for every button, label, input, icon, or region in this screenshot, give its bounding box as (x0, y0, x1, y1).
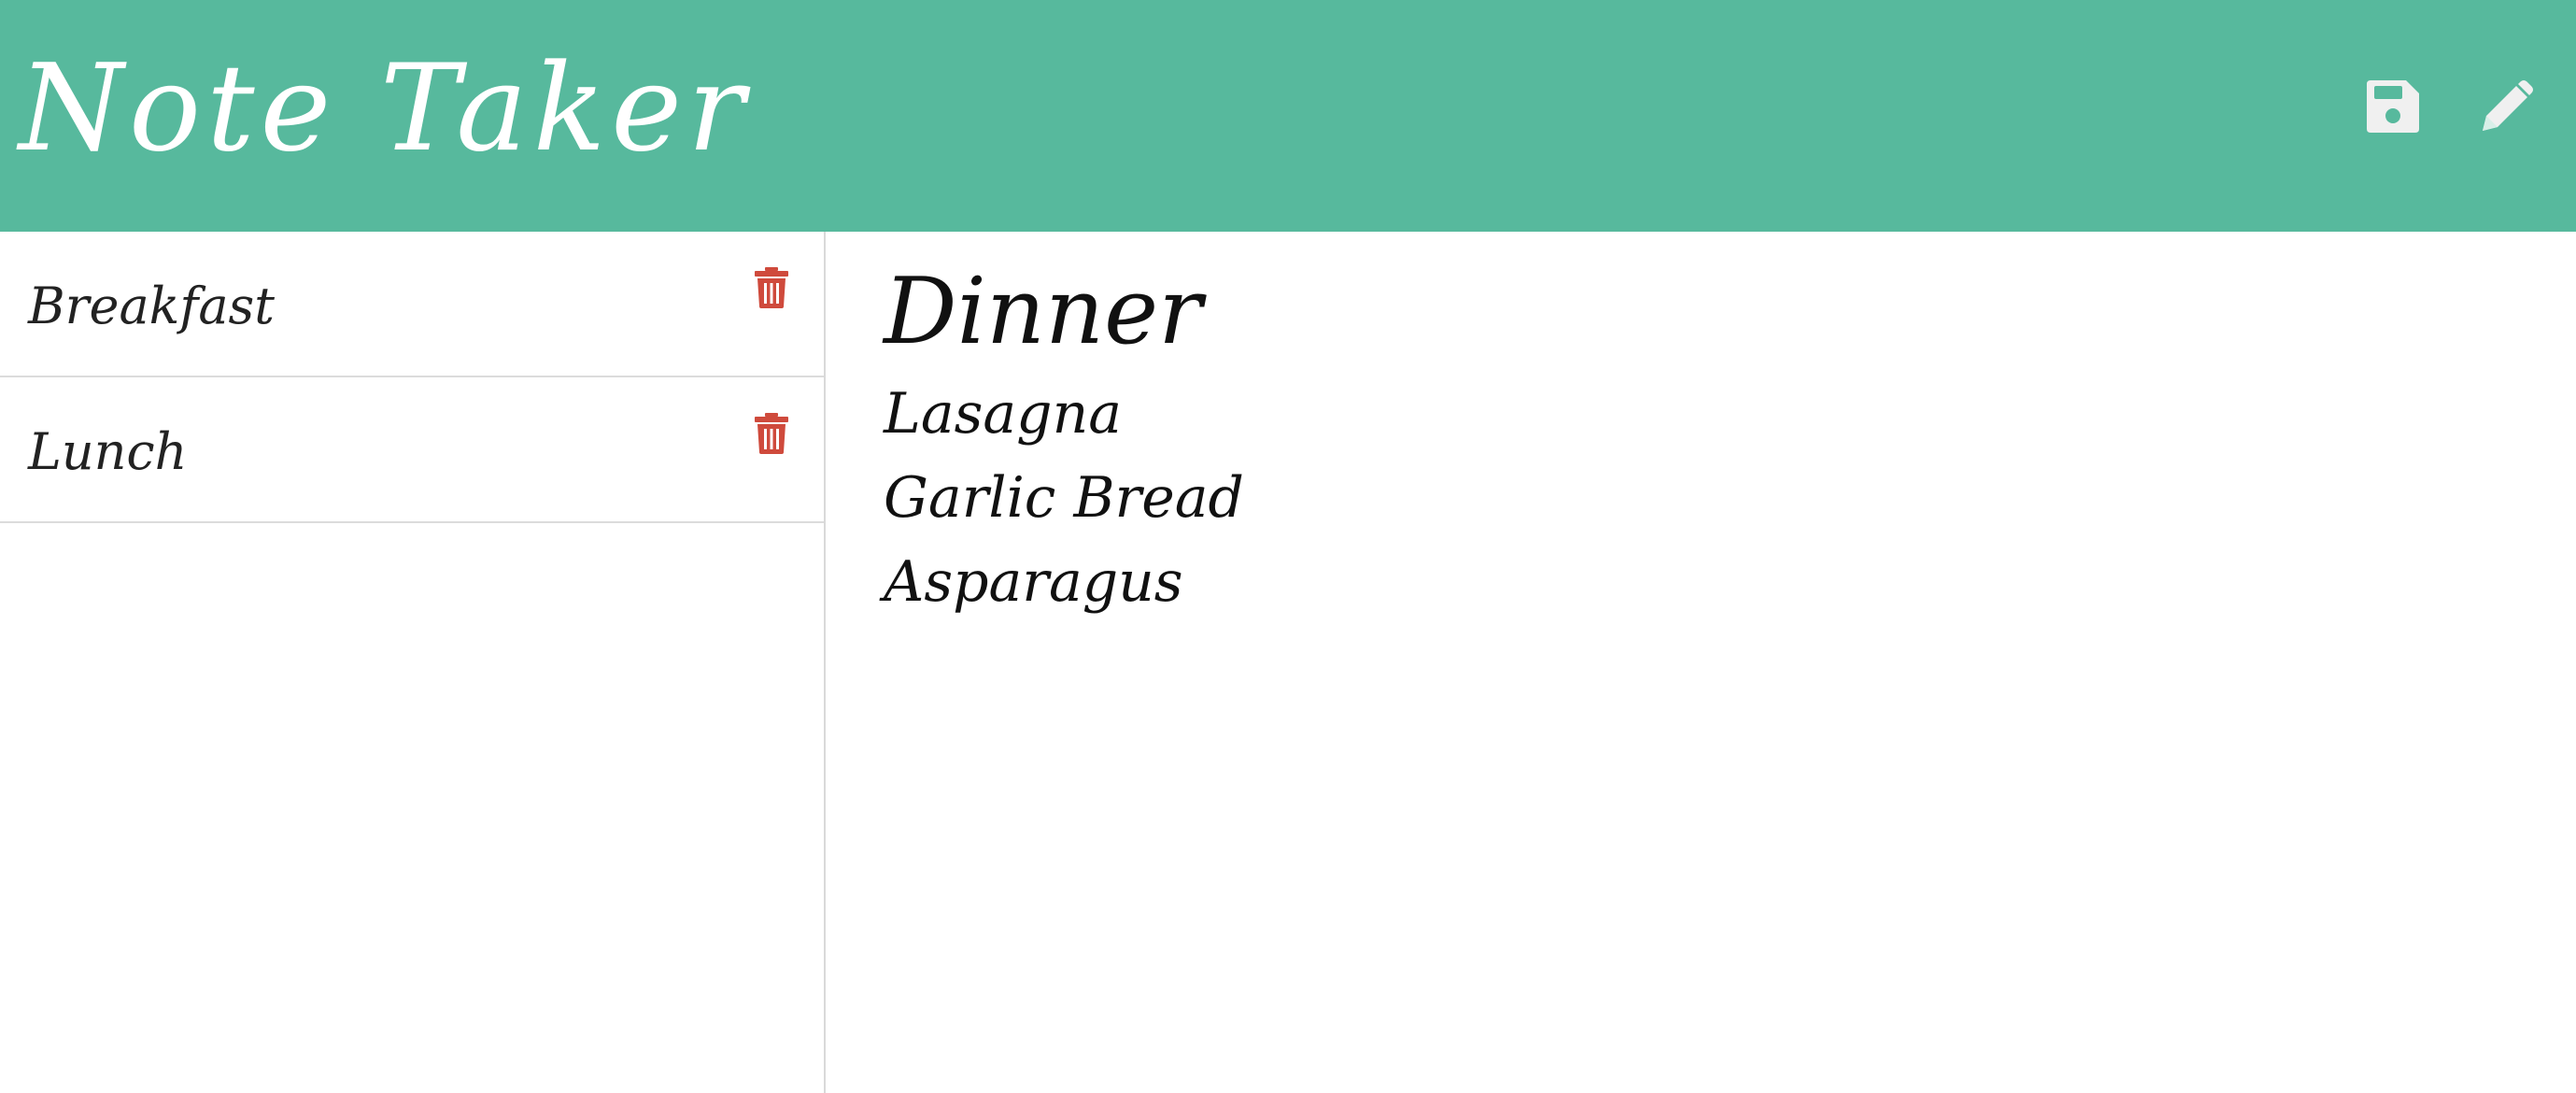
note-editor: Dinner Lasagna Garlic Bread Asparagus (828, 232, 2576, 1093)
pencil-icon (2483, 80, 2533, 131)
delete-note-button[interactable] (755, 413, 788, 454)
save-note-button[interactable] (2363, 77, 2423, 136)
note-body-line: Garlic Bread (884, 465, 1244, 531)
save-icon (2367, 80, 2419, 133)
note-list: Breakfast Lunch (0, 232, 824, 523)
delete-note-button[interactable] (755, 267, 788, 308)
note-title: Breakfast (28, 277, 275, 335)
note-text-area[interactable]: Lasagna Garlic Bread Asparagus (884, 372, 1244, 624)
note-title-input[interactable]: Dinner (884, 247, 2471, 377)
notes-sidebar: Breakfast Lunch (0, 232, 826, 1093)
note-title: Lunch (28, 422, 188, 481)
app-header: Note Taker (0, 0, 2576, 232)
trash-icon (755, 413, 788, 454)
note-body-line: Lasagna (884, 381, 1122, 447)
app-title: Note Taker (19, 39, 751, 178)
note-taker-app: Note Taker Breakfast Lunch Dinner Lasagn… (0, 0, 2576, 1093)
note-body-line: Asparagus (884, 549, 1183, 615)
new-note-button[interactable] (2477, 77, 2537, 136)
trash-icon (755, 267, 788, 308)
note-item-lunch[interactable]: Lunch (0, 377, 824, 523)
note-item-breakfast[interactable]: Breakfast (0, 232, 824, 377)
